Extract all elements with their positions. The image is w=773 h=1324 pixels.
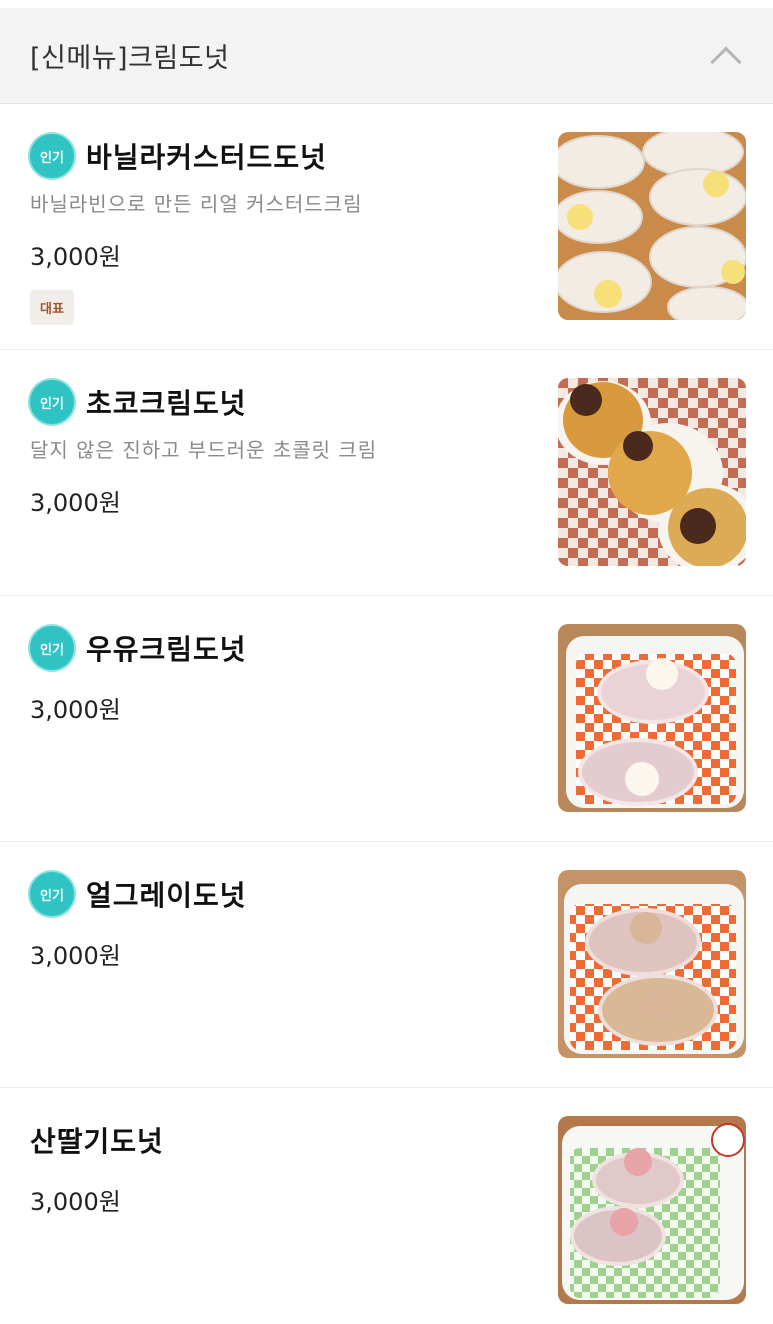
choco-cream-donut-photo[interactable] [558, 378, 746, 566]
menu-item-vanilla-custard[interactable]: 인기 바닐라커스터드도넛 바닐라빈으로 만든 리얼 커스터드크림 3,000원 … [0, 104, 773, 350]
item-price: 3,000원 [30, 696, 121, 724]
name-row: 인기 초코크림도넛 [30, 380, 510, 424]
section-title: [신메뉴]크림도넛 [30, 43, 230, 74]
item-price: 3,000원 [30, 489, 121, 517]
item-info: 인기 얼그레이도넛 3,000원 [30, 872, 510, 971]
item-info: 인기 우유크림도넛 3,000원 [30, 626, 510, 725]
name-row: 인기 얼그레이도넛 [30, 872, 510, 916]
item-info: 산딸기도넛 3,000원 [30, 1118, 510, 1217]
menu-list: 인기 바닐라커스터드도넛 바닐라빈으로 만든 리얼 커스터드크림 3,000원 … [0, 104, 773, 1324]
item-name: 얼그레이도넛 [86, 879, 247, 912]
item-price: 3,000원 [30, 1188, 121, 1216]
section-header[interactable]: [신메뉴]크림도넛 [0, 8, 773, 104]
name-row: 인기 우유크림도넛 [30, 626, 510, 670]
raspberry-donut-photo[interactable] [558, 1116, 746, 1304]
milk-cream-donut-photo[interactable] [558, 624, 746, 812]
item-name: 산딸기도넛 [30, 1125, 164, 1158]
item-description: 바닐라빈으로 만든 리얼 커스터드크림 [30, 192, 363, 216]
popular-badge: 인기 [30, 626, 74, 670]
menu-item-earl-grey[interactable]: 인기 얼그레이도넛 3,000원 [0, 842, 773, 1088]
item-price: 3,000원 [30, 942, 121, 970]
top-strip [0, 0, 773, 8]
name-row: 산딸기도넛 [30, 1118, 510, 1162]
item-info: 인기 바닐라커스터드도넛 바닐라빈으로 만든 리얼 커스터드크림 3,000원 … [30, 134, 510, 325]
popular-badge: 인기 [30, 872, 74, 916]
item-info: 인기 초코크림도넛 달지 않은 진하고 부드러운 초콜릿 크림 3,000원 [30, 380, 510, 518]
name-row: 인기 바닐라커스터드도넛 [30, 134, 510, 178]
item-name: 우유크림도넛 [86, 633, 247, 666]
vanilla-custard-donut-photo[interactable] [558, 132, 746, 320]
earl-grey-donut-photo[interactable] [558, 870, 746, 1058]
item-description: 달지 않은 진하고 부드러운 초콜릿 크림 [30, 438, 378, 462]
item-price: 3,000원 [30, 243, 121, 271]
signature-tag: 대표 [30, 290, 74, 325]
chevron-up-icon[interactable] [710, 45, 742, 78]
item-name: 바닐라커스터드도넛 [86, 141, 327, 174]
popular-badge: 인기 [30, 380, 74, 424]
item-name: 초코크림도넛 [86, 387, 247, 420]
menu-item-choco-cream[interactable]: 인기 초코크림도넛 달지 않은 진하고 부드러운 초콜릿 크림 3,000원 [0, 350, 773, 596]
popular-badge: 인기 [30, 134, 74, 178]
menu-item-raspberry[interactable]: 산딸기도넛 3,000원 [0, 1088, 773, 1324]
menu-item-milk-cream[interactable]: 인기 우유크림도넛 3,000원 [0, 596, 773, 842]
